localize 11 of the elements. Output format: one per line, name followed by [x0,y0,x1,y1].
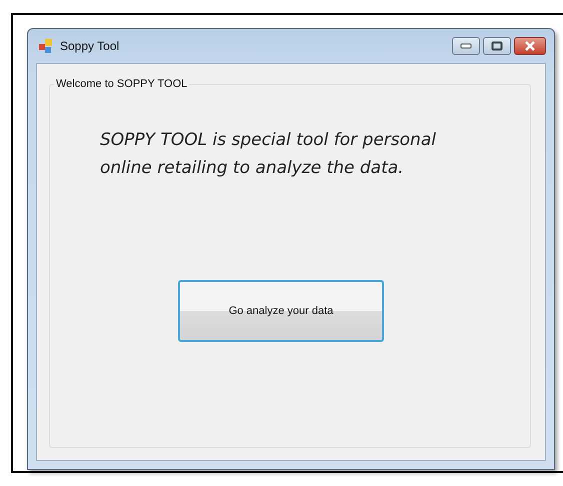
group-title: Welcome to SOPPY TOOL [55,78,188,90]
maximize-button[interactable] [483,37,511,55]
window-title: Soppy Tool [60,39,120,53]
description-text: SOPPY TOOL is special tool for personal online retailing to analyze the data. [100,129,437,180]
maximize-icon [491,41,503,51]
analyze-button[interactable]: Go analyze your data [178,280,384,342]
app-icon [38,38,54,54]
close-icon [524,41,536,51]
close-button[interactable] [514,37,546,55]
minimize-button[interactable] [452,37,480,55]
minimize-icon [460,43,472,49]
